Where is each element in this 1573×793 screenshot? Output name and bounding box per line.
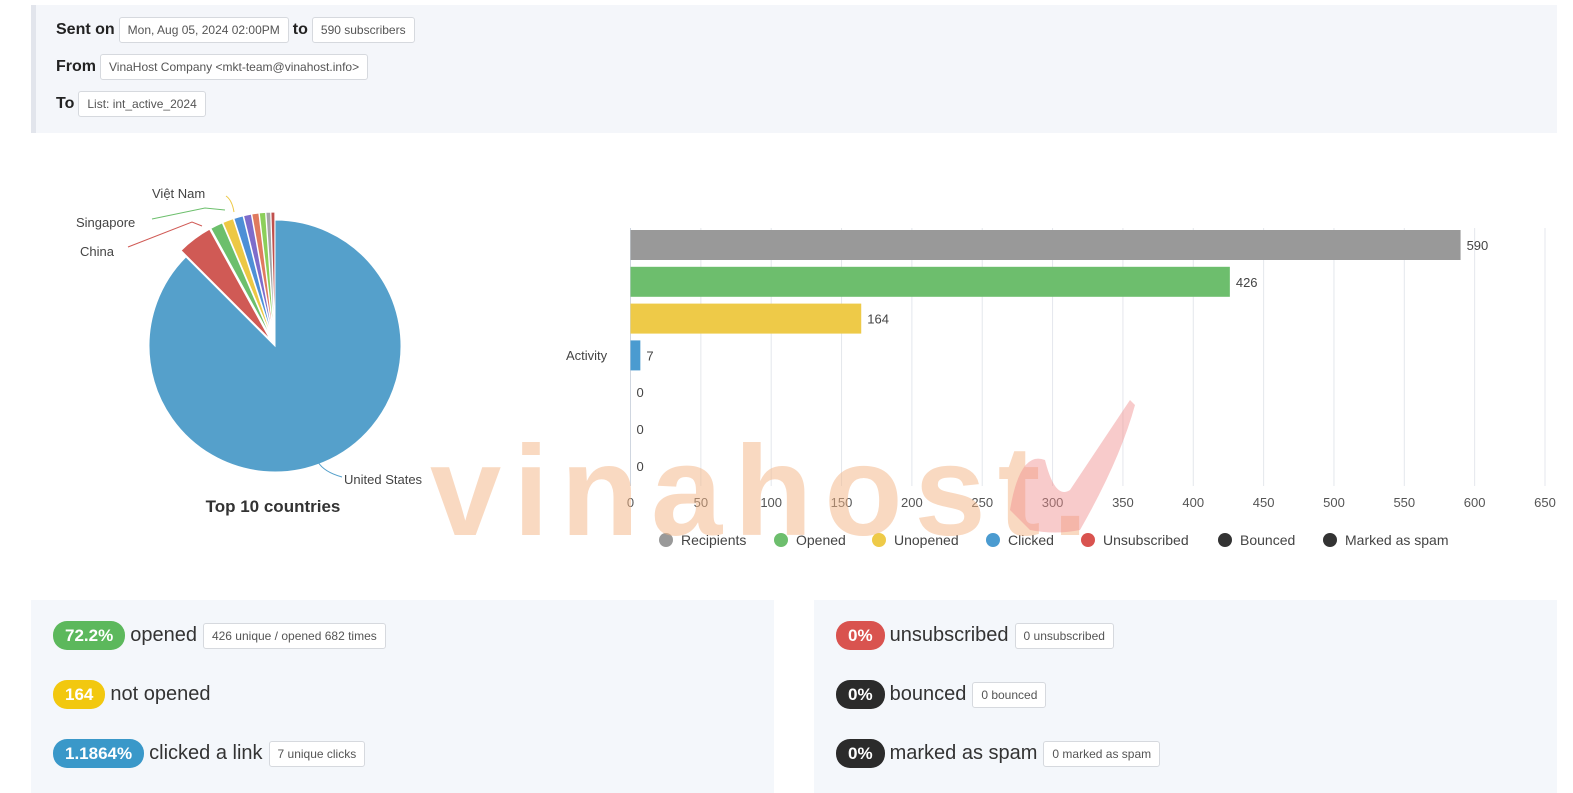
- bounced-detail: 0 bounced: [972, 681, 1047, 708]
- legend-marker-unopened: [872, 533, 886, 547]
- clicked-rate-badge: 1.1864%: [53, 739, 145, 768]
- spam-rate-badge: 0%: [836, 739, 885, 768]
- x-tick-400: 400: [1182, 495, 1204, 510]
- top-countries-pie-chart: Việt Nam Singapore China United States T…: [76, 186, 423, 516]
- from-value: VinaHost Company <mkt-team@vinahost.info…: [100, 54, 369, 80]
- opened-stat-row: 72.2% opened 426 unique / opened 682 tim…: [53, 621, 386, 650]
- bar-value-recipients: 590: [1467, 238, 1489, 253]
- x-tick-250: 250: [971, 495, 993, 510]
- pie-label-vietnam: Việt Nam: [152, 186, 205, 201]
- clicked-detail: 7 unique clicks: [268, 740, 366, 767]
- legend-item-recipients[interactable]: Recipients: [659, 532, 746, 548]
- legend-marker-recipients: [659, 533, 673, 547]
- x-tick-150: 150: [831, 495, 853, 510]
- pie-chart-title: Top 10 countries: [206, 497, 341, 516]
- to-word: to: [292, 21, 308, 38]
- to-list-value: List: int_active_2024: [78, 91, 206, 117]
- legend-label-unsubscribed: Unsubscribed: [1103, 532, 1189, 548]
- to-row: To List: int_active_2024: [56, 91, 206, 117]
- delivery-stats-card: 0% unsubscribed 0 unsubscribed 0% bounce…: [814, 600, 1557, 793]
- legend-label-clicked: Clicked: [1008, 532, 1054, 548]
- campaign-info-panel: Sent on Mon, Aug 05, 2024 02:00PM to 590…: [31, 5, 1557, 133]
- bar-opened[interactable]: [630, 266, 1230, 297]
- vn-connector: [225, 195, 235, 213]
- x-tick-200: 200: [901, 495, 923, 510]
- spam-detail: 0 marked as spam: [1043, 740, 1161, 767]
- sent-on-label: Sent on: [56, 21, 115, 38]
- bounced-text: bounced: [889, 683, 967, 705]
- opened-detail: 426 unique / opened 682 times: [202, 622, 386, 649]
- spam-stat-row: 0% marked as spam 0 marked as spam: [836, 739, 1161, 768]
- clicked-stat-row: 1.1864% clicked a link 7 unique clicks: [53, 739, 366, 768]
- bar-value-bounced: 0: [637, 422, 644, 437]
- sent-on-date: Mon, Aug 05, 2024 02:00PM: [118, 17, 289, 43]
- from-label: From: [56, 58, 96, 75]
- bar-recipients[interactable]: [630, 230, 1461, 260]
- clicked-text: clicked a link: [149, 742, 263, 764]
- bar-value-unopened: 164: [867, 312, 889, 327]
- pie-label-china: China: [80, 244, 115, 259]
- spam-text: marked as spam: [889, 742, 1038, 764]
- x-tick-600: 600: [1464, 495, 1486, 510]
- legend-item-bounced[interactable]: Bounced: [1218, 532, 1295, 548]
- bar-value-unsubscribed: 0: [637, 385, 644, 400]
- legend-label-bounced: Bounced: [1240, 532, 1295, 548]
- x-tick-650: 650: [1534, 495, 1556, 510]
- bar-category-label: Activity: [566, 348, 608, 363]
- x-tick-100: 100: [760, 495, 782, 510]
- opened-rate-badge: 72.2%: [53, 621, 126, 650]
- unsubscribed-rate-badge: 0%: [836, 621, 885, 650]
- unsubscribed-stat-row: 0% unsubscribed 0 unsubscribed: [836, 621, 1114, 650]
- opened-text: opened: [130, 624, 197, 646]
- to-label: To: [56, 95, 75, 112]
- legend-marker-bounced: [1218, 533, 1232, 547]
- unsubscribed-text: unsubscribed: [889, 624, 1009, 646]
- pie-label-singapore: Singapore: [76, 215, 135, 230]
- us-connector: [317, 461, 343, 478]
- from-row: From VinaHost Company <mkt-team@vinahost…: [56, 54, 369, 80]
- legend-marker-marked-as-spam: [1323, 533, 1337, 547]
- sg-connector: [151, 207, 226, 220]
- x-tick-450: 450: [1253, 495, 1275, 510]
- bounced-rate-badge: 0%: [836, 680, 885, 709]
- x-tick-50: 50: [694, 495, 708, 510]
- legend-label-opened: Opened: [796, 532, 846, 548]
- legend-item-unopened[interactable]: Unopened: [872, 532, 959, 548]
- unsubscribed-detail: 0 unsubscribed: [1014, 622, 1114, 649]
- legend-label-marked-as-spam: Marked as spam: [1345, 532, 1448, 548]
- bar-unopened[interactable]: [630, 303, 862, 334]
- legend-marker-unsubscribed: [1081, 533, 1095, 547]
- legend-item-opened[interactable]: Opened: [774, 532, 846, 548]
- bounced-stat-row: 0% bounced 0 bounced: [836, 680, 1047, 709]
- x-tick-350: 350: [1112, 495, 1134, 510]
- legend-label-unopened: Unopened: [894, 532, 959, 548]
- x-tick-0: 0: [627, 495, 634, 510]
- bar-value-opened: 426: [1236, 275, 1258, 290]
- sent-on-row: Sent on Mon, Aug 05, 2024 02:00PM to 590…: [56, 17, 415, 43]
- subscriber-count: 590 subscribers: [311, 17, 415, 43]
- x-tick-300: 300: [1042, 495, 1064, 510]
- x-tick-500: 500: [1323, 495, 1345, 510]
- pie-label-united-states: United States: [344, 472, 423, 487]
- not-opened-text: not opened: [110, 683, 211, 705]
- legend-marker-clicked: [986, 533, 1000, 547]
- activity-bar-chart: 590 426 164 7 0 0 0 0 50 100 150 200 250 300 350 400 45…: [566, 228, 1556, 548]
- bar-value-clicked: 7: [646, 348, 653, 363]
- legend-label-recipients: Recipients: [681, 532, 746, 548]
- legend-item-marked-as-spam[interactable]: Marked as spam: [1323, 532, 1448, 548]
- x-tick-550: 550: [1393, 495, 1415, 510]
- engagement-stats-card: 72.2% opened 426 unique / opened 682 tim…: [31, 600, 774, 793]
- bar-clicked[interactable]: [630, 340, 641, 371]
- legend-item-clicked[interactable]: Clicked: [986, 532, 1054, 548]
- not-opened-badge: 164: [53, 680, 106, 709]
- legend-marker-opened: [774, 533, 788, 547]
- bar-value-marked-as-spam: 0: [637, 459, 644, 474]
- legend-item-unsubscribed[interactable]: Unsubscribed: [1081, 532, 1189, 548]
- not-opened-stat-row: 164 not opened: [53, 680, 216, 709]
